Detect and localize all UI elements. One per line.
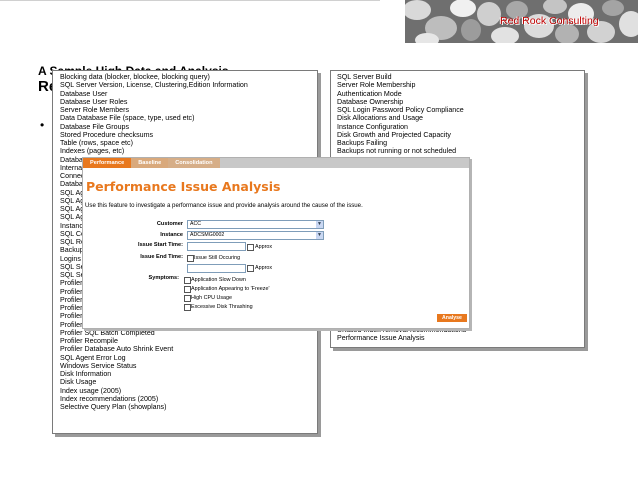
list-item: Backups not running or not scheduled [337, 147, 457, 156]
brand-name: Red Rock Consulting [500, 15, 599, 27]
end-approx-label: Approx [255, 265, 273, 271]
list-item: Database File Groups [60, 122, 130, 131]
list-item: Disk Usage [60, 378, 97, 387]
tab-performance[interactable]: Performance [83, 158, 132, 168]
instance-select[interactable]: ADCSMG0002 ▼ [187, 231, 324, 240]
list-item: SQL Agent Error Log [60, 353, 126, 362]
list-item: Instance Configuration [337, 122, 408, 131]
list-item: Disk Allocations and Usage [337, 114, 423, 123]
customer-value: ACC [190, 221, 201, 227]
list-item: Server Role Members [60, 106, 129, 114]
end-time-input[interactable] [187, 264, 246, 273]
list-item: Profiler Database Auto Shrink Event [60, 345, 174, 354]
checks-list: SQL Server Build Server Role Membership Au… [337, 73, 584, 156]
still-occuring-label: Issue Still Occuring [194, 255, 241, 261]
symptom-checkbox[interactable] [184, 277, 191, 284]
customer-label: Customer [156, 221, 183, 227]
symptom-label: High CPU Usage [191, 295, 233, 301]
page-title: Performance Issue Analysis [86, 179, 281, 194]
list-item: Server Role Membership [337, 81, 416, 90]
start-approx-label: Approx [255, 244, 273, 250]
list-item: Stored Procedure checksums [60, 130, 154, 139]
list-item: Index usage (2005) [60, 386, 122, 395]
instance-value: ADCSMG0002 [190, 232, 225, 238]
list-item: Selective Query Plan (showplans) [60, 403, 167, 411]
list-item: Database Ownership [337, 97, 404, 106]
end-approx-checkbox[interactable] [247, 265, 254, 272]
list-item: Backups Failing [337, 139, 388, 147]
start-time-label: Issue Start Time: [138, 242, 183, 248]
list-item: SQL Server Version, License, Clustering,… [60, 81, 248, 90]
list-item: Disk Growth and Projected Capacity [337, 130, 451, 139]
symptom-label: Excessive Disk Thrashing [191, 304, 253, 310]
chevron-down-icon[interactable]: ▼ [316, 221, 323, 228]
symptom-label: Application Slow Down [191, 277, 246, 283]
symptoms-label: Symptoms: [148, 275, 179, 281]
list-item: Indexes (pages, etc) [60, 147, 125, 156]
analyse-button[interactable]: Analyse [437, 314, 467, 322]
list-item: Profiler SQL Batch Completed [60, 328, 155, 337]
still-occuring-checkbox[interactable] [187, 255, 194, 262]
symptom-label: Application Appearing to 'Freeze' [191, 286, 270, 292]
chevron-down-icon[interactable]: ▼ [316, 232, 323, 239]
performance-analysis-window: Performance Baseline Consolidation Perfo… [82, 157, 470, 329]
list-item: Database User Roles [60, 97, 128, 106]
symptom-checkbox[interactable] [184, 304, 191, 311]
slide-bullet: • [40, 118, 45, 132]
start-time-input[interactable] [187, 242, 246, 251]
list-item: Data Database File (space, type, used et… [60, 114, 195, 123]
header-rule [0, 0, 380, 1]
list-item: Index recommendations (2005) [60, 394, 159, 403]
tab-baseline[interactable]: Baseline [131, 158, 169, 168]
tab-consolidation[interactable]: Consolidation [168, 158, 220, 168]
customer-select[interactable]: ACC ▼ [187, 220, 324, 229]
list-item: Database User [60, 89, 108, 98]
list-item: Disk Information [60, 370, 112, 378]
list-item: Performance Issue Analysis [337, 334, 425, 343]
tab-bar: Performance Baseline Consolidation [83, 158, 469, 168]
list-item: Authentication Mode [337, 89, 402, 98]
symptom-checkbox[interactable] [184, 295, 191, 302]
list-item: Table (rows, space etc) [60, 139, 133, 147]
list-item: SQL Server Build [337, 73, 392, 81]
list-item: SQL Login Password Policy Compliance [337, 106, 464, 114]
list-item: Windows Service Status [60, 361, 137, 370]
symptom-checkbox[interactable] [184, 286, 191, 293]
instance-label: Instance [160, 232, 183, 238]
list-item: Profiler Recompile [60, 337, 118, 345]
list-item: Blocking data (blocker, blockee, blockin… [60, 73, 210, 81]
start-approx-checkbox[interactable] [247, 244, 254, 251]
end-time-label: Issue End Time: [140, 254, 183, 260]
page-description: Use this feature to investigate a perfor… [85, 202, 363, 209]
